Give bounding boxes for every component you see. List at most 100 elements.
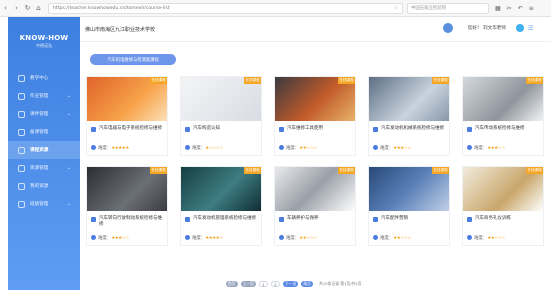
course-thumbnail[interactable]: 在线课程 [369, 167, 449, 211]
lesson-icon [18, 128, 25, 136]
course-card[interactable]: 在线课程汽车电器与电子系统检修与维修 难度：★★★★★ [86, 76, 168, 156]
sidebar-item-lesson-prep[interactable]: 备课管理 [8, 123, 80, 141]
sidebar-item-label: 课件管理 [30, 112, 49, 117]
sidebar-item-label: 资源管理 [30, 166, 49, 171]
page-2-button[interactable]: 2 [270, 281, 280, 287]
reload-icon[interactable]: ↻ [22, 4, 33, 12]
star-rating: ★★☆☆☆ [393, 236, 411, 241]
sidebar-item-courseware[interactable]: 课件管理 ⌄ [8, 105, 80, 123]
avatar[interactable] [443, 23, 453, 33]
star-rating: ★☆☆☆☆ [205, 146, 223, 151]
sidebar-menu: 教学中心 作业管理 ⌄ 课件管理 ⌄ 备课管理 课程资源 资源管理 ⌄ 我的资源 [8, 69, 80, 213]
scissors-icon[interactable]: ✂ [507, 5, 512, 12]
course-thumbnail[interactable]: 在线课程 [463, 167, 543, 211]
star-rating: ★★★★☆ [205, 236, 223, 241]
url-text: https://teacher.knowhowedu.cn/tomexh/cou… [53, 5, 170, 11]
difficulty-rating: 难度：★★★☆☆ [467, 145, 505, 151]
course-card[interactable]: 在线课程 汽车发动机机械系统检修与维修 难度：★★★☆☆ [368, 76, 450, 156]
course-card[interactable]: 在线课程汽车商务礼仪训练 难度：★★☆☆☆ [462, 166, 544, 246]
sidebar-item-my-resources[interactable]: 我的资源 [8, 177, 80, 195]
logo-subtitle: 中德诺浩 [36, 43, 52, 48]
settings-icon[interactable]: ☰ [528, 25, 536, 32]
back-icon[interactable]: ‹ [0, 4, 11, 12]
course-title[interactable]: 汽车转向行驶制动系统检修与维修 [91, 216, 165, 228]
course-thumbnail[interactable]: 在线课程 [275, 77, 355, 121]
star-rating: ★★★☆☆ [393, 146, 411, 151]
home-icon [18, 74, 25, 82]
course-tag-badge: 在线课程 [244, 167, 261, 174]
difficulty-rating: 难度：★★★★☆ [185, 235, 223, 241]
course-tag-badge: 在线课程 [526, 167, 543, 174]
first-page-button[interactable]: 首页 [226, 281, 238, 287]
star-rating: ★★☆☆☆ [487, 236, 505, 241]
difficulty-icon [467, 235, 472, 240]
sidebar-item-label: 班级管理 [30, 202, 49, 207]
course-thumbnail[interactable]: 在线课程 [87, 77, 167, 121]
star-rating: ★★☆☆☆ [299, 146, 317, 151]
difficulty-icon [279, 235, 284, 240]
apps-icon[interactable]: ▦ [495, 5, 501, 12]
course-card[interactable]: 在线课程汽车构造认知难度：★☆☆☆☆ [180, 76, 262, 156]
sidebar-item-course-resources[interactable]: 课程资源 [8, 141, 80, 159]
course-title[interactable]: 汽车传动系统检修与维修 [467, 126, 541, 132]
bookmark-star-icon[interactable]: ☆ [394, 6, 402, 11]
forward-icon[interactable]: › [11, 4, 22, 12]
user-greeting[interactable]: 您好！ 刘文华老师 [468, 25, 506, 31]
course-card[interactable]: 在线课程 汽车传动系统检修与维修 难度：★★★☆☆ [462, 76, 544, 156]
course-thumbnail[interactable]: 在线课程 [463, 77, 543, 121]
page-1-button[interactable]: 1 [258, 281, 268, 287]
course-tag-badge: 在线课程 [338, 77, 355, 84]
course-card[interactable]: 在线课程 汽车配件营销 难度：★★☆☆☆ [368, 166, 450, 246]
star-rating: ★★★★★ [111, 146, 129, 151]
chevron-down-icon: ⌄ [66, 93, 71, 99]
browser-search-input[interactable]: 中国石家庄检验院 [407, 2, 489, 14]
course-title[interactable]: 汽车发动机管理系统检修与维修 [185, 216, 259, 222]
next-page-button[interactable]: 下一页 [282, 281, 299, 287]
course-title[interactable]: 汽车电器与电子系统检修与维修 [91, 126, 165, 132]
difficulty-icon [373, 235, 378, 240]
browser-toolbar: ‹ › ↻ ⌂ https://teacher.knowhowedu.cn/to… [0, 0, 551, 17]
sidebar-item-teaching-center[interactable]: 教学中心 [8, 69, 80, 87]
course-thumbnail[interactable]: 在线课程 [369, 77, 449, 121]
course-title[interactable]: 汽车维修工具使用 [279, 126, 353, 132]
home-icon[interactable]: ⌂ [33, 4, 44, 12]
notification-icon[interactable] [516, 24, 524, 32]
difficulty-label: 难度： [474, 146, 488, 151]
course-title[interactable]: 汽车构造认知 [185, 126, 259, 132]
course-title[interactable]: 车辆养护与保养 [279, 216, 353, 222]
address-bar[interactable]: https://teacher.knowhowedu.cn/tomexh/cou… [48, 2, 403, 14]
chevron-down-icon: ⌄ [66, 111, 71, 117]
pagination: 首页 上一页 1 2 下一页 尾页 共10条记录 第1页/共2页 [226, 281, 362, 287]
course-title[interactable]: 汽车发动机机械系统检修与维修 [373, 126, 447, 132]
star-rating: ★★★☆☆ [487, 146, 505, 151]
sidebar-item-resource-management[interactable]: 资源管理 ⌄ [8, 159, 80, 177]
course-title[interactable]: 汽车商务礼仪训练 [467, 216, 541, 222]
difficulty-rating: 难度：★★★★★ [91, 145, 129, 151]
course-thumbnail[interactable]: 在线课程 [275, 167, 355, 211]
sidebar-item-class-management[interactable]: 班级管理 ⌄ [8, 195, 80, 213]
difficulty-icon [373, 145, 378, 150]
course-thumbnail[interactable]: 在线课程 [181, 167, 261, 211]
courseware-icon [18, 110, 25, 118]
course-tag-badge: 在线课程 [432, 167, 449, 174]
difficulty-rating: 难度：★★★☆☆ [373, 145, 411, 151]
undo-icon[interactable]: ↶ [518, 5, 523, 12]
sidebar: KNOW-HOW 中德诺浩 教学中心 作业管理 ⌄ 课件管理 ⌄ 备课管理 课程… [8, 17, 80, 290]
course-card[interactable]: 在线课程汽车转向行驶制动系统检修与维修难度：★★★☆☆ [86, 166, 168, 246]
difficulty-label: 难度： [192, 146, 206, 151]
difficulty-rating: 难度：★★★☆☆ [91, 235, 129, 241]
course-card[interactable]: 在线课程 车辆养护与保养 难度：★★☆☆☆ [274, 166, 356, 246]
category-filter-button[interactable]: 汽车机电维修与检测类课程 [90, 54, 176, 65]
menu-icon[interactable]: ≡ [529, 5, 534, 12]
course-card[interactable]: 在线课程 汽车维修工具使用 难度：★★☆☆☆ [274, 76, 356, 156]
course-card[interactable]: 在线课程汽车发动机管理系统检修与维修 难度：★★★★☆ [180, 166, 262, 246]
course-title[interactable]: 汽车配件营销 [373, 216, 447, 222]
difficulty-label: 难度： [380, 146, 394, 151]
difficulty-rating: 难度：★★☆☆☆ [467, 235, 505, 241]
course-thumbnail[interactable]: 在线课程 [181, 77, 261, 121]
last-page-button[interactable]: 尾页 [301, 281, 313, 287]
difficulty-icon [91, 235, 96, 240]
prev-page-button[interactable]: 上一页 [240, 281, 256, 287]
course-thumbnail[interactable]: 在线课程 [87, 167, 167, 211]
sidebar-item-homework[interactable]: 作业管理 ⌄ [8, 87, 80, 105]
